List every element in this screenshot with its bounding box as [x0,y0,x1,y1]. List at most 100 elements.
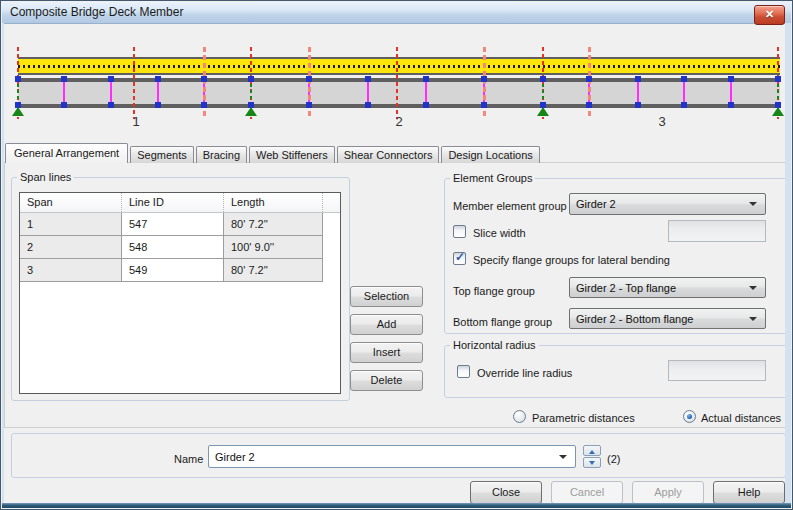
top-flange-group-value: Girder 2 - Top flange [576,278,676,297]
help-button[interactable]: Help [713,481,785,504]
close-icon: ✕ [765,8,774,20]
node-marker [306,76,312,82]
override-line-radius-checkbox[interactable] [457,365,470,378]
web-stiffener-line [110,82,112,104]
spinner-up-icon [589,450,595,454]
title-bar: Composite Bridge Deck Member ✕ [2,2,791,24]
close-button[interactable]: Close [470,481,542,504]
specify-flange-groups-checkbox[interactable]: ✓ [453,252,466,265]
member-element-group-combo[interactable]: Girder 2 [569,193,766,215]
bottom-flange-group-label: Bottom flange group [453,315,552,329]
span-lines-table[interactable]: SpanLine IDLength154780' 7.2''2548100' 9… [19,192,341,394]
window-frame-bottom [2,503,791,508]
close-button[interactable]: ✕ [754,5,785,25]
column-header-line-id[interactable]: Line ID [122,193,224,212]
tab-segments[interactable]: Segments [130,146,194,163]
node-marker [306,102,312,108]
element-groups-group-label: Element Groups [450,172,535,185]
node-marker [61,102,67,108]
node-marker [481,76,487,82]
dropdown-arrow-icon [749,202,757,206]
web-stiffener-line [683,82,685,104]
brace-location-line [483,47,486,119]
apply-button[interactable]: Apply [632,481,704,504]
cell-line-id[interactable]: 549 [122,259,224,282]
radio-label-actual-distances: Actual distances [701,411,781,425]
support-icon [537,107,549,116]
table-row: 154780' 7.2'' [20,213,340,236]
brace-location-line [308,47,311,119]
dropdown-arrow-icon [749,317,757,321]
midspan-cut-line [133,47,135,119]
node-marker [201,102,207,108]
tab-design-locations[interactable]: Design Locations [441,146,539,163]
tab-bracing[interactable]: Bracing [196,146,247,163]
slice-width-checkbox[interactable] [453,225,466,238]
top-flange-group-combo[interactable]: Girder 2 - Top flange [569,277,766,298]
brace-location-line [203,47,206,119]
support-icon [245,107,257,116]
node-marker [775,76,781,82]
radio-actual-distances[interactable] [683,410,696,423]
radio-parametric-distances[interactable] [513,410,526,423]
tab-shear-connectors[interactable]: Shear Connectors [337,146,440,163]
radio-label-parametric-distances: Parametric distances [532,411,635,425]
cell-span[interactable]: 3 [20,259,122,282]
member-element-group-value: Girder 2 [576,194,616,214]
insert-button[interactable]: Insert [350,342,423,363]
tab-web-stiffeners[interactable]: Web Stiffeners [249,146,335,163]
span-number-label: 2 [389,114,409,129]
cell-span[interactable]: 2 [20,236,122,259]
slice-width-label: Slice width [473,226,526,240]
column-header-span[interactable]: Span [20,193,122,212]
window-frame-left [2,23,4,503]
cell-span[interactable]: 1 [20,213,122,236]
window-frame-right [785,23,791,503]
radio-dot-icon [687,414,692,419]
node-marker [155,76,161,82]
name-value: Girder 2 [215,446,255,467]
slice-width-input[interactable] [668,220,766,242]
top-flange-group-label: Top flange group [453,284,535,298]
node-marker [635,76,641,82]
tab-bar: General ArrangementSegmentsBracingWeb St… [5,143,540,163]
node-marker [540,76,546,82]
table-row: 354980' 7.2'' [20,259,340,282]
cell-length[interactable]: 80' 7.2'' [224,259,323,282]
member-element-group-label: Member element group [453,199,567,213]
cell-length[interactable]: 80' 7.2'' [224,213,323,236]
node-marker [481,102,487,108]
name-combo[interactable]: Girder 2 [208,445,576,468]
node-marker [681,102,687,108]
table-header-row: SpanLine IDLength [20,193,340,213]
node-marker [365,102,371,108]
node-marker [681,76,687,82]
web-stiffener-line [637,82,639,104]
node-marker [61,76,67,82]
support-icon [772,107,784,116]
add-button[interactable]: Add [350,314,423,335]
check-icon: ✓ [455,250,465,264]
delete-button[interactable]: Delete [350,370,423,391]
span-lines-group-label: Span lines [17,171,74,184]
spinner-up-button[interactable] [583,445,601,456]
tab-general-arrangement[interactable]: General Arrangement [5,143,128,163]
name-count: (2) [607,452,620,466]
column-header-length[interactable]: Length [224,193,323,212]
cell-length[interactable]: 100' 9.0'' [224,236,323,259]
table-row: 2548100' 9.0'' [20,236,340,259]
spinner-down-button[interactable] [583,457,601,468]
node-marker [728,102,734,108]
brace-location-line [588,47,591,119]
cancel-button[interactable]: Cancel [551,481,623,504]
node-marker [365,76,371,82]
bottom-flange-group-combo[interactable]: Girder 2 - Bottom flange [569,308,766,329]
span-number-label: 1 [126,114,146,129]
node-marker [108,76,114,82]
cell-line-id[interactable]: 547 [122,213,224,236]
node-marker [108,102,114,108]
cell-line-id[interactable]: 548 [122,236,224,259]
specify-flange-groups-label: Specify flange groups for lateral bendin… [473,253,670,267]
override-line-radius-input[interactable] [668,360,766,381]
selection-button[interactable]: Selection [350,286,423,307]
